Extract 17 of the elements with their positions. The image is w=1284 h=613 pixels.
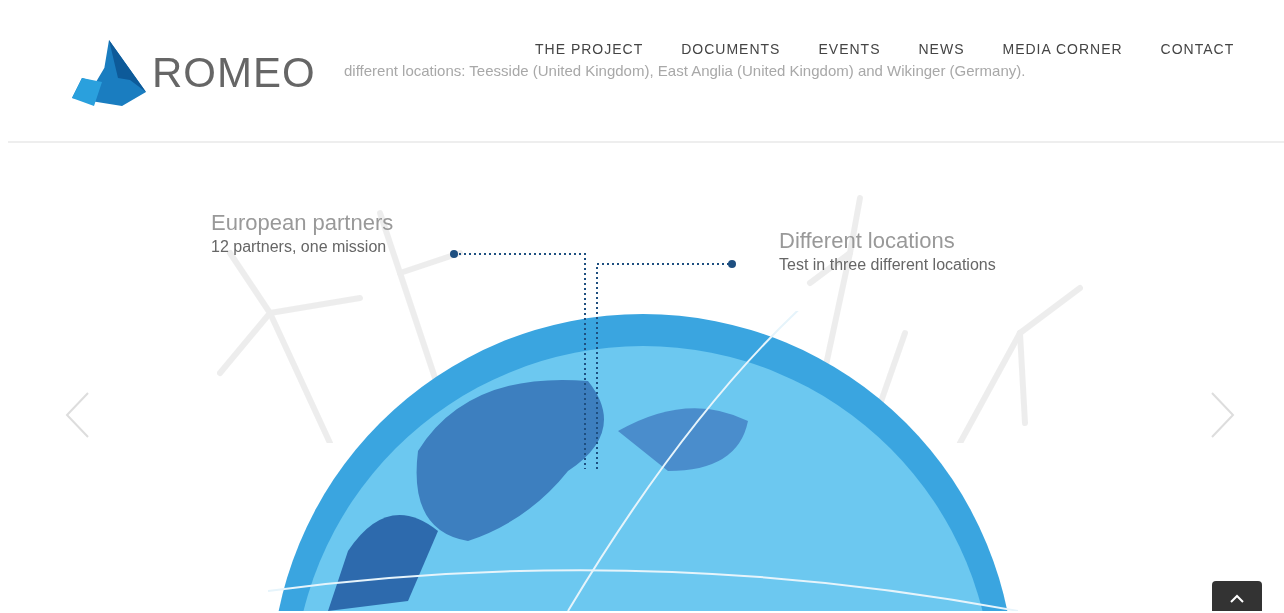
callout-subtitle: 12 partners, one mission: [211, 237, 388, 258]
previous-slide-button[interactable]: [64, 391, 90, 439]
callout-title: European partners: [211, 211, 394, 236]
next-slide-button[interactable]: [1210, 391, 1236, 439]
faded-caption: different locations: Teesside (United Kingdom), East Anglia (United Kingdom) and Wikinger (Germany).: [344, 63, 1026, 80]
nav-link[interactable]: CONTACT: [1160, 42, 1235, 58]
chevron-up-icon: [1230, 593, 1244, 603]
nav-link[interactable]: MEDIA CORNER: [1002, 42, 1123, 58]
scroll-to-top-button[interactable]: [1212, 581, 1262, 611]
nav-link[interactable]: THE PROJECT: [535, 42, 644, 58]
nav-link[interactable]: DOCUMENTS: [681, 42, 781, 58]
logo-icon: [72, 40, 146, 106]
callout-subtitle: Test in three different locations: [779, 255, 996, 276]
nav-link[interactable]: EVENTS: [818, 42, 881, 58]
nav-link[interactable]: NEWS: [918, 42, 965, 58]
logo-text: ROMEO: [152, 52, 316, 94]
callout-title: Different locations: [779, 229, 956, 254]
